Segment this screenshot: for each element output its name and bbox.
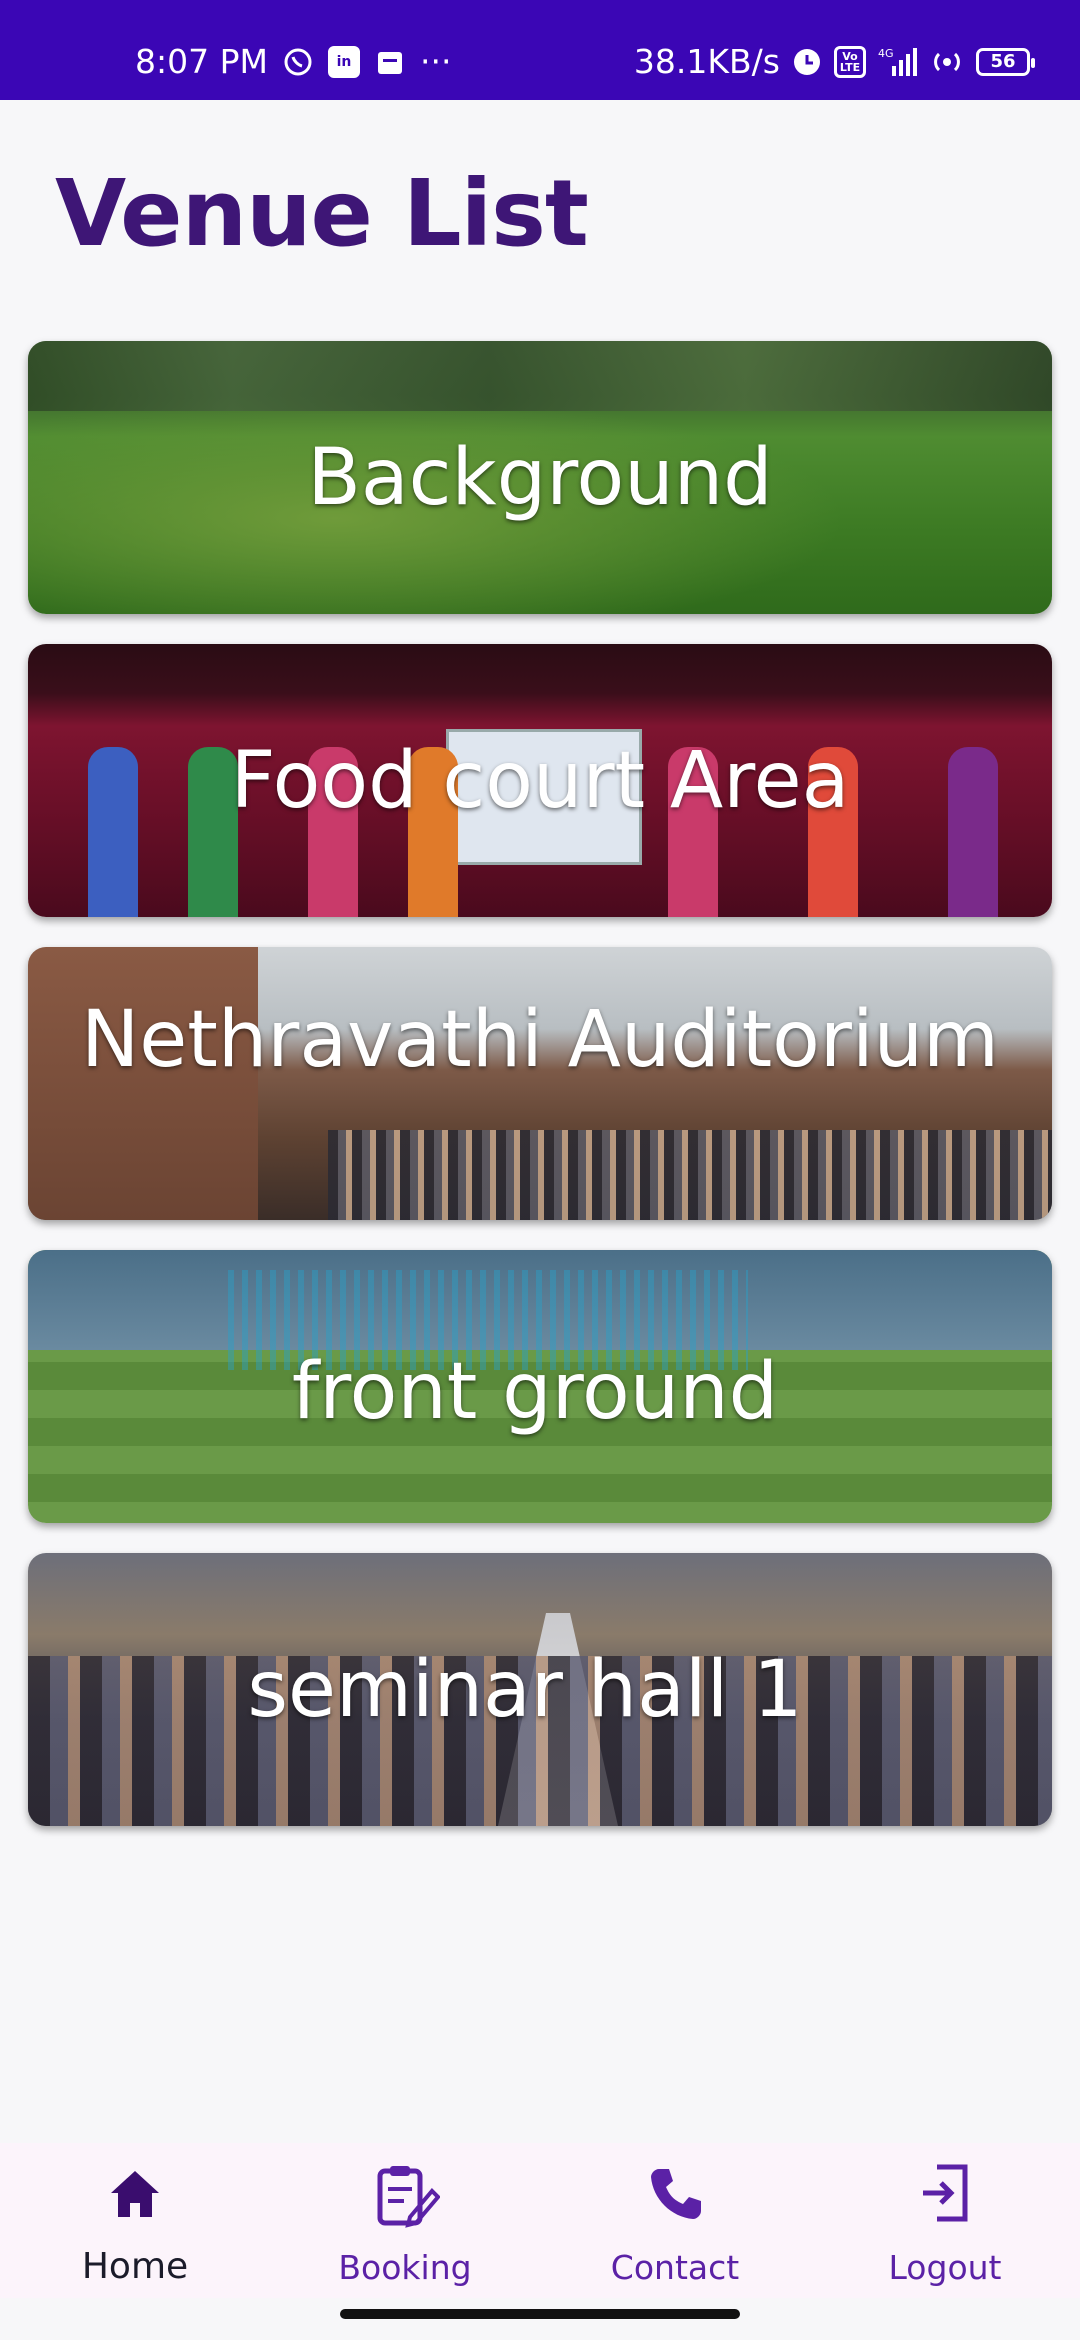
venue-label: front ground — [291, 1346, 779, 1437]
venue-card-background[interactable]: Background — [28, 341, 1052, 614]
volte-icon: Vo LTE — [834, 45, 866, 78]
venue-card-seminar-hall-1[interactable]: seminar hall 1 — [28, 1553, 1052, 1826]
venue-label: Food court Area — [230, 735, 850, 826]
bottom-navigation: Home Booking Contact Logout — [0, 2143, 1080, 2298]
network-speed: 38.1KB/s — [633, 42, 780, 81]
nav-contact[interactable]: Contact — [540, 2143, 810, 2298]
clock-icon — [792, 47, 822, 77]
whatsapp-icon — [282, 46, 314, 78]
venue-card-nethravathi-auditorium[interactable]: Nethravathi Auditorium — [28, 947, 1052, 1220]
calendar-icon — [374, 46, 406, 78]
booking-icon — [377, 2166, 440, 2228]
home-indicator[interactable] — [340, 2309, 740, 2319]
nav-label: Contact — [610, 2248, 740, 2287]
phone-icon — [651, 2169, 701, 2219]
venue-label: Nethravathi Auditorium — [80, 994, 1000, 1085]
battery-icon: 56 — [976, 47, 1035, 76]
nav-home[interactable]: Home — [0, 2143, 270, 2298]
venue-card-food-court-area[interactable]: Food court Area — [28, 644, 1052, 917]
home-icon — [111, 2171, 159, 2217]
nav-booking[interactable]: Booking — [270, 2143, 540, 2298]
hotspot-icon — [930, 46, 964, 78]
more-dots-icon: ··· — [419, 42, 452, 81]
status-time: 8:07 PM — [135, 42, 268, 81]
gesture-area — [0, 2298, 1080, 2340]
nav-label: Logout — [888, 2248, 1002, 2287]
status-bar-right: 38.1KB/s Vo LTE 4G 56 — [633, 42, 1035, 81]
logout-icon — [923, 2164, 968, 2222]
venue-list: Background Food court Area Nethravathi A… — [28, 341, 1052, 1856]
network-type: 4G — [878, 47, 894, 60]
signal-icon: 4G — [878, 46, 918, 78]
venue-label: seminar hall 1 — [247, 1644, 803, 1735]
linkedin-icon: in — [327, 45, 360, 78]
page-title: Venue List — [55, 160, 589, 267]
nav-label: Home — [81, 2246, 189, 2287]
status-bar: 8:07 PM in ··· 38.1KB/s Vo LTE 4G 56 — [0, 0, 1080, 100]
venue-card-front-ground[interactable]: front ground — [28, 1250, 1052, 1523]
nav-logout[interactable]: Logout — [810, 2143, 1080, 2298]
venue-label: Background — [307, 432, 773, 523]
status-bar-left: 8:07 PM in ··· — [135, 42, 451, 81]
nav-label: Booking — [338, 2248, 472, 2287]
